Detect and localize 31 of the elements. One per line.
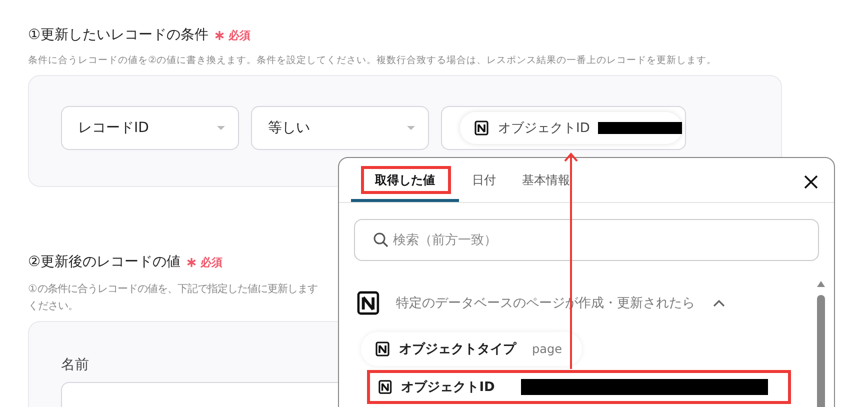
- asterisk-icon: [186, 258, 196, 266]
- section-description: 条件に合うレコードの値を②の値に書き換えます。条件を設定してください。複数行合致する場合は、レスポンス結果の一番上のレコードを更新します。: [28, 54, 718, 67]
- tab[interactable]: 日付: [459, 158, 509, 202]
- required-label: 必須: [228, 28, 251, 43]
- value-chip[interactable]: オブジェクトID: [460, 112, 682, 144]
- field-select[interactable]: レコードID: [61, 106, 239, 150]
- required-label: 必須: [200, 255, 223, 270]
- value-field[interactable]: オブジェクトID: [441, 106, 686, 150]
- field-label: 名前: [61, 356, 90, 374]
- caret-icon: [216, 125, 226, 131]
- notion-icon: [474, 120, 490, 136]
- search-box[interactable]: 検索（前方一致）: [354, 219, 819, 261]
- value-item[interactable]: オブジェクトタイプ page: [361, 332, 582, 366]
- notion-icon: [375, 341, 391, 357]
- scrollbar-thumb[interactable]: [817, 295, 825, 407]
- section-title: ②更新後のレコードの値: [28, 253, 181, 271]
- tab[interactable]: 取得した値: [351, 158, 459, 202]
- asterisk-icon: [214, 30, 224, 40]
- section-title: ①更新したいレコードの条件: [28, 26, 209, 44]
- close-icon[interactable]: [803, 174, 819, 190]
- value-item[interactable]: オブジェクトID: [367, 370, 791, 404]
- operator-select[interactable]: 等しい: [251, 106, 429, 150]
- tab[interactable]: 基本情報: [509, 158, 583, 202]
- section-description: ください。: [28, 299, 78, 314]
- section-description: ①の条件に合うレコードの値を、下記で指定した値に更新します: [28, 282, 318, 297]
- scroll-up-icon[interactable]: [817, 281, 825, 287]
- search-field[interactable]: 検索（前方一致）: [393, 232, 818, 248]
- notion-icon: [378, 379, 394, 395]
- search-icon: [373, 232, 389, 248]
- notion-icon: [356, 290, 382, 316]
- caret-icon: [406, 125, 416, 131]
